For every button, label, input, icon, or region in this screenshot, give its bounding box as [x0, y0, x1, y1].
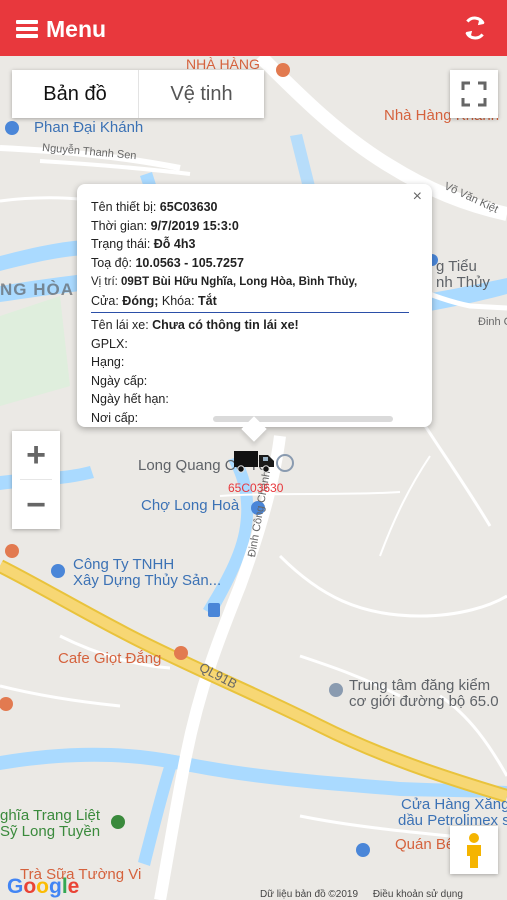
zoom-divider: [20, 479, 52, 480]
map-data-credit: Dữ liệu bản đồ ©2019: [260, 889, 359, 900]
info-coordinates: Toạ độ: 10.0563 - 105.7257: [91, 255, 244, 270]
info-expiry: Ngày hết hạn:: [91, 392, 169, 406]
map-type-control: Bản đồ Vệ tinh: [12, 70, 264, 118]
info-scrollbar[interactable]: [213, 416, 393, 422]
menu-button[interactable]: Menu: [16, 12, 106, 46]
label-nghia-trang-2: Sỹ Long Tuyền: [0, 823, 101, 840]
vehicle-info-window: × Tên thiết bị: 65C03630 Thời gian: 9/7/…: [77, 184, 432, 442]
map-base: [0, 56, 507, 900]
info-door-lock: Cửa: Đóng; Khóa: Tắt: [91, 293, 217, 308]
hamburger-icon: [16, 20, 38, 38]
label-cong-ty-tnhh: Công Ty TNHH: [73, 556, 175, 573]
info-driver: Tên lái xe: Chưa có thông tin lái xe!: [91, 318, 299, 332]
tab-satellite[interactable]: Vệ tinh: [138, 70, 264, 118]
info-status: Trạng thái: Đỗ 4h3: [91, 237, 196, 251]
label-phan-dai-khanh: Phan Đại Khánh: [34, 119, 144, 136]
menu-label: Menu: [46, 15, 107, 42]
zoom-out-button[interactable]: −: [12, 481, 60, 529]
pegman-icon: [467, 833, 481, 868]
label-ng-hoa: NG HÒA: [0, 280, 74, 299]
terms-link[interactable]: Điều khoản sử dụng: [373, 889, 463, 900]
map-canvas[interactable]: NHÀ HÀNG Phan Đại Khánh Nguyễn Thanh Sen…: [0, 56, 507, 900]
info-device: Tên thiết bị: 65C03630: [91, 200, 218, 214]
fullscreen-icon: [461, 81, 487, 107]
info-divider: [91, 312, 409, 313]
label-g-tieu: g Tiểu: [436, 258, 477, 275]
fullscreen-button[interactable]: [450, 70, 498, 118]
info-issue-date: Ngày cấp:: [91, 373, 148, 388]
label-quan-be: Quán Bê: [395, 836, 455, 853]
info-location: Vị trí: 09BT Bùi Hữu Nghĩa, Long Hòa, Bì…: [91, 276, 358, 288]
label-nh-thuy: nh Thủy: [436, 274, 490, 291]
truck-marker-icon[interactable]: [232, 449, 276, 473]
label-dinh-c: Đinh C: [478, 316, 507, 328]
street-view-button[interactable]: [450, 826, 498, 874]
zoom-control: + −: [12, 431, 60, 529]
info-license: GPLX:: [91, 336, 128, 351]
vehicle-plate-label: 65C03630: [228, 481, 284, 495]
google-logo: Google: [7, 875, 80, 898]
refresh-icon[interactable]: [461, 14, 489, 42]
label-trung-tam-2: cơ giới đường bộ 65.0: [349, 693, 499, 710]
label-trung-tam-1: Trung tâm đăng kiểm: [349, 677, 491, 694]
label-cua-hang-1: Cửa Hàng Xăng: [401, 796, 507, 813]
zoom-in-button[interactable]: +: [12, 431, 60, 479]
tab-map[interactable]: Bản đồ: [12, 70, 138, 118]
label-xay-dung: Xây Dựng Thủy Sản...: [73, 572, 222, 589]
map-attribution: Dữ liệu bản đồ ©2019 Điều khoản sử dụng: [260, 889, 463, 900]
close-icon[interactable]: ×: [413, 188, 422, 207]
info-class: Hạng:: [91, 355, 125, 369]
top-bar: Menu: [0, 0, 507, 56]
label-nghia-trang-1: ghĩa Trang Liệt: [0, 807, 101, 824]
info-time: Thời gian: 9/7/2019 15:3:0: [91, 218, 239, 233]
label-cafe-giot-dang: Cafe Giọt Đắng: [58, 650, 162, 667]
label-cho-long-hoa: Chợ Long Hoà: [141, 497, 240, 514]
